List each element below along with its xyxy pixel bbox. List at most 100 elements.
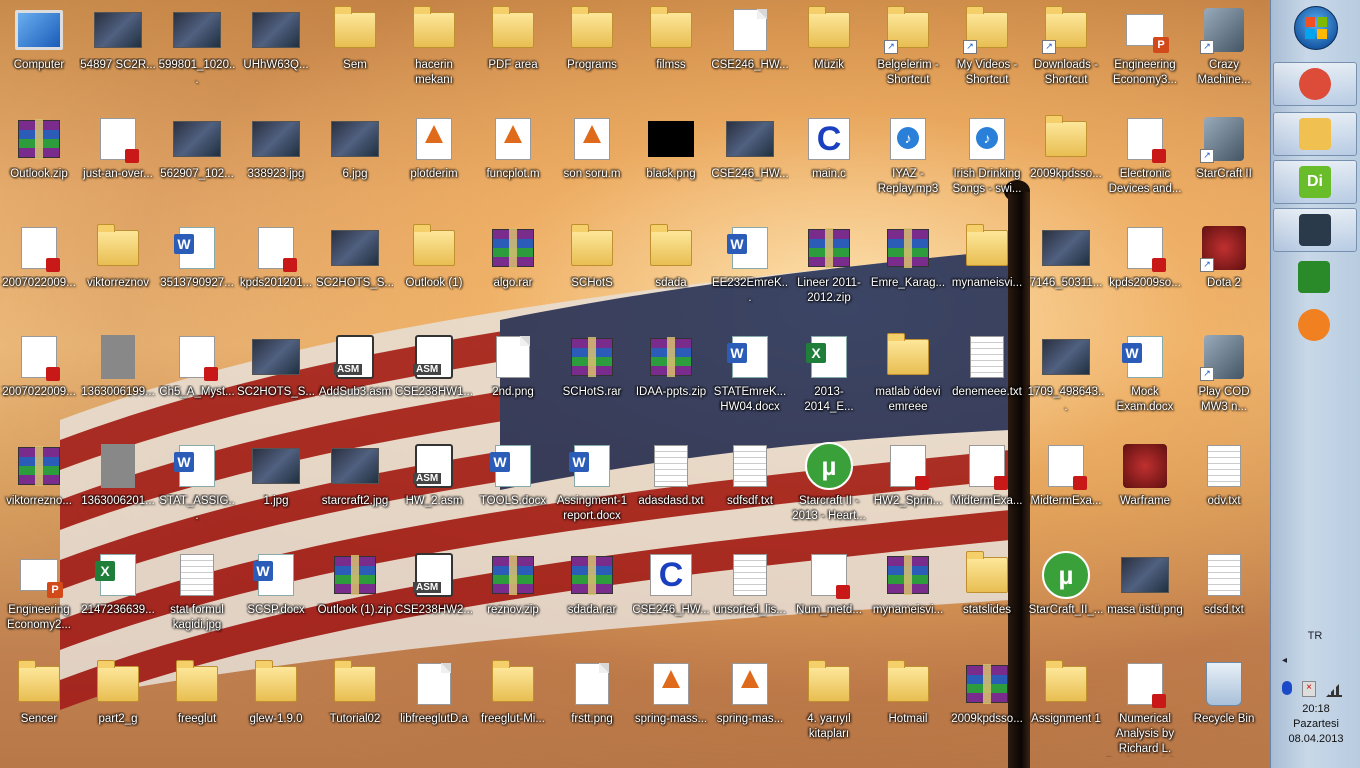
taskbar-button-dreamweaver[interactable]: Di xyxy=(1273,160,1357,204)
desktop-icon[interactable]: 6.jpg xyxy=(316,109,394,213)
desktop-icon[interactable]: ↗ Dota 2 xyxy=(1185,218,1263,322)
desktop-icon[interactable]: Sencer xyxy=(0,654,78,758)
desktop-icon[interactable]: son soru.m xyxy=(553,109,631,213)
desktop-icon[interactable]: 599801_1020... xyxy=(158,0,236,104)
desktop-icon[interactable]: HW_2.asm xyxy=(395,436,473,540)
desktop-icon[interactable]: just-an-over... xyxy=(79,109,157,213)
desktop-icon[interactable]: Müzik xyxy=(790,0,868,104)
desktop-icon[interactable]: odv.txt xyxy=(1185,436,1263,540)
taskbar-button-chrome[interactable] xyxy=(1273,62,1357,106)
desktop-icon[interactable]: Num_metd... xyxy=(790,545,868,649)
desktop-icon[interactable]: 1709_498643... xyxy=(1027,327,1105,431)
desktop-icon[interactable]: ↗ My Videos - Shortcut xyxy=(948,0,1026,104)
desktop-icon[interactable]: 1363006201... xyxy=(79,436,157,540)
desktop-icon[interactable]: denemeee.txt xyxy=(948,327,1026,431)
desktop-icon[interactable]: 1.jpg xyxy=(237,436,315,540)
desktop-icon[interactable]: Hotmail xyxy=(869,654,947,758)
desktop-icon[interactable]: MidtermExa... xyxy=(948,436,1026,540)
desktop-icon[interactable]: sdsd.txt xyxy=(1185,545,1263,649)
desktop-icon[interactable]: Outlook.zip xyxy=(0,109,78,213)
desktop-icon[interactable]: Irish Drinking Songs - swi... xyxy=(948,109,1026,213)
desktop-icon[interactable]: µ StarCraft_II_... xyxy=(1027,545,1105,649)
desktop-icon[interactable]: Recycle Bin xyxy=(1185,654,1263,758)
desktop-icon[interactable]: algo.rar xyxy=(474,218,552,322)
desktop-icon[interactable]: filmss xyxy=(632,0,710,104)
desktop-icon[interactable]: black.png xyxy=(632,109,710,213)
desktop-icon[interactable]: EE232EmreK... xyxy=(711,218,789,322)
start-button[interactable] xyxy=(1294,6,1338,50)
desktop-icon[interactable]: 2147236639... xyxy=(79,545,157,649)
system-clock[interactable]: 20:18 Pazartesi 08.04.2013 xyxy=(1272,702,1360,747)
desktop-icon[interactable]: mynameisvi... xyxy=(948,218,1026,322)
desktop-icon[interactable]: ↗ StarCraft II xyxy=(1185,109,1263,213)
desktop-icon[interactable]: HW2_Sprin... xyxy=(869,436,947,540)
desktop-icon[interactable]: masa üstü.png xyxy=(1106,545,1184,649)
desktop-icon[interactable]: PDF area xyxy=(474,0,552,104)
desktop-icon[interactable]: stat formul kagidi.jpg xyxy=(158,545,236,649)
desktop-icon[interactable]: freeglut-Mi... xyxy=(474,654,552,758)
desktop-icon[interactable]: spring-mass... xyxy=(632,654,710,758)
desktop-icon[interactable]: Tutorial02 xyxy=(316,654,394,758)
desktop-icon[interactable]: 2nd.png xyxy=(474,327,552,431)
desktop-icon[interactable]: viktorreznov xyxy=(79,218,157,322)
desktop-icon[interactable]: matlab ödevi emreee xyxy=(869,327,947,431)
desktop-icon[interactable]: hacerin mekanı xyxy=(395,0,473,104)
desktop-icon[interactable]: spring-mas... xyxy=(711,654,789,758)
taskbar-button-windows-live[interactable] xyxy=(1273,256,1355,298)
desktop-icon[interactable]: Mock Exam.docx xyxy=(1106,327,1184,431)
desktop-icon[interactable]: mynameisvi... xyxy=(869,545,947,649)
desktop-icon[interactable]: statslides xyxy=(948,545,1026,649)
desktop-icon[interactable]: adasdasd.txt xyxy=(632,436,710,540)
desktop-icon[interactable]: Lineer 2011-2012.zip xyxy=(790,218,868,322)
desktop-icon[interactable]: sdada xyxy=(632,218,710,322)
desktop-icon[interactable]: 2007022009... xyxy=(0,218,78,322)
desktop-icon[interactable]: CSE246_HW... xyxy=(711,109,789,213)
desktop-icon[interactable]: kpds2009so... xyxy=(1106,218,1184,322)
desktop-icon[interactable]: frstt.png xyxy=(553,654,631,758)
desktop-icon[interactable]: CSE246_HW... xyxy=(711,0,789,104)
desktop-icon[interactable]: 4. yarıyıl kitapları xyxy=(790,654,868,758)
desktop-icon[interactable]: SCSP.docx xyxy=(237,545,315,649)
desktop-icon[interactable]: AddSub3.asm xyxy=(316,327,394,431)
desktop-icon[interactable]: sdfsdf.txt xyxy=(711,436,789,540)
desktop-icon[interactable]: Warframe xyxy=(1106,436,1184,540)
bluetooth-icon[interactable] xyxy=(1282,681,1292,695)
desktop-icon[interactable]: MidtermExa... xyxy=(1027,436,1105,540)
desktop-icon[interactable]: plotderim xyxy=(395,109,473,213)
desktop-icon[interactable]: ↗ Play COD MW3 n... xyxy=(1185,327,1263,431)
desktop-icon[interactable]: Engineering Economy2... xyxy=(0,545,78,649)
desktop-icon[interactable]: ↗ Crazy Machine... xyxy=(1185,0,1263,104)
desktop-icon[interactable]: funcplot.m xyxy=(474,109,552,213)
show-hidden-icons-icon[interactable]: ◂ xyxy=(1282,655,1287,666)
desktop-icon[interactable]: CSE238HW2... xyxy=(395,545,473,649)
desktop-icon[interactable]: 3513790927... xyxy=(158,218,236,322)
desktop-icon[interactable]: 2013-2014_E... xyxy=(790,327,868,431)
desktop-icon[interactable]: reznov.zip xyxy=(474,545,552,649)
desktop-icon[interactable]: part2_g xyxy=(79,654,157,758)
desktop-icon[interactable]: Engineering Economy3... xyxy=(1106,0,1184,104)
desktop-icon[interactable]: Assignment 1 xyxy=(1027,654,1105,758)
desktop-icon[interactable]: Cmain.c xyxy=(790,109,868,213)
desktop-icon[interactable]: 2009kpdsso... xyxy=(1027,109,1105,213)
desktop-icon[interactable]: Computer xyxy=(0,0,78,104)
desktop-icon[interactable]: SCHotS.rar xyxy=(553,327,631,431)
desktop-icon[interactable]: 1363006199... xyxy=(79,327,157,431)
desktop-icon[interactable]: Ch5_A_Myst... xyxy=(158,327,236,431)
desktop-icon[interactable]: 54897 SC2R... xyxy=(79,0,157,104)
desktop-icon[interactable]: unsorted_lis... xyxy=(711,545,789,649)
desktop-icon[interactable]: libfreeglutD.a xyxy=(395,654,473,758)
desktop-icon[interactable]: STAT_ASSIG... xyxy=(158,436,236,540)
desktop-icon[interactable]: Outlook (1) xyxy=(395,218,473,322)
desktop-icon[interactable]: Programs xyxy=(553,0,631,104)
desktop-icon[interactable]: 2007022009... xyxy=(0,327,78,431)
taskbar-button-explorer[interactable] xyxy=(1273,112,1357,156)
desktop-icon[interactable]: kpds201201... xyxy=(237,218,315,322)
desktop-icon[interactable]: glew-1.9.0 xyxy=(237,654,315,758)
desktop-icon[interactable]: Assingment-1 report.docx xyxy=(553,436,631,540)
desktop-icon[interactable]: Numerical Analysis by Richard L. Burden … xyxy=(1106,654,1184,758)
desktop-icon[interactable]: CSE238HW1... xyxy=(395,327,473,431)
desktop-icon[interactable]: starcraft2.jpg xyxy=(316,436,394,540)
desktop-icon[interactable]: µ Starcraft II - 2013 - Heart... xyxy=(790,436,868,540)
desktop-icon[interactable]: TOOLS.docx xyxy=(474,436,552,540)
desktop-icon[interactable]: C CSE246_HW... xyxy=(632,545,710,649)
